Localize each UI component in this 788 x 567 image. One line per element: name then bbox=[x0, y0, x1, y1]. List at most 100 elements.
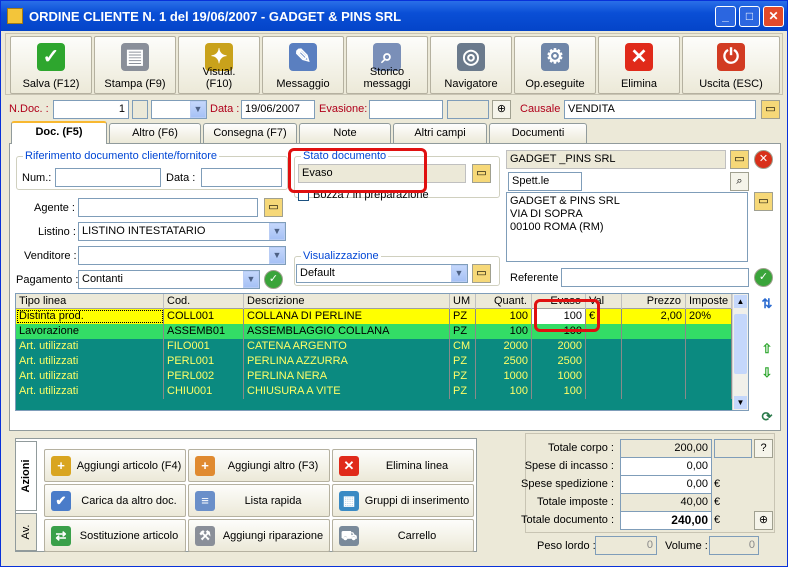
grid-cell-tipo[interactable]: Distinta prod. bbox=[16, 309, 164, 324]
grid-header-cell[interactable]: Descrizione bbox=[244, 294, 450, 309]
table-row[interactable]: Art. utilizzati FILO001 CATENA ARGENTO CM 20… bbox=[16, 339, 732, 354]
grid-cell-imposte[interactable] bbox=[686, 354, 732, 369]
grid-cell-cod[interactable]: ASSEMB01 bbox=[164, 324, 244, 339]
num-field[interactable] bbox=[55, 168, 161, 187]
grid-cell-evaso[interactable]: 2500 bbox=[532, 354, 586, 369]
action-button-3[interactable]: ✕ Elimina linea bbox=[332, 449, 474, 482]
toolbar-button-8[interactable]: ✕ Elimina bbox=[598, 36, 680, 94]
grid-cell-imposte[interactable] bbox=[686, 339, 732, 354]
grid-cell-val[interactable] bbox=[586, 354, 622, 369]
table-row[interactable]: Distinta prod. COLL001 COLLANA DI PERLINE P… bbox=[16, 309, 732, 324]
grid-cell-um[interactable]: PZ bbox=[450, 354, 476, 369]
grid-header-cell[interactable]: Prezzo bbox=[622, 294, 686, 309]
toolbar-button-4[interactable]: ✎ Messaggio bbox=[262, 36, 344, 94]
causale-field[interactable]: VENDITA bbox=[564, 100, 756, 119]
grid-cell-imposte[interactable] bbox=[686, 384, 732, 399]
spett-field[interactable]: Spett.le bbox=[508, 172, 582, 191]
grid-header-cell[interactable]: Imposte bbox=[686, 294, 732, 309]
grid-cell-cod[interactable]: PERL001 bbox=[164, 354, 244, 369]
grid-cell-cod[interactable]: PERL002 bbox=[164, 369, 244, 384]
grid-cell-desc[interactable]: PERLINA NERA bbox=[244, 369, 450, 384]
search-doc-icon[interactable]: ⌕ bbox=[730, 172, 749, 191]
address-box[interactable]: GADGET & PINS SRL VIA DI SOPRA 00100 ROMA … bbox=[506, 192, 748, 262]
grid-cell-um[interactable]: PZ bbox=[450, 309, 476, 324]
lines-grid[interactable]: Tipo linea Cod. Descrizione UM Quant. Evaso Va… bbox=[15, 293, 749, 411]
folder-icon[interactable]: ▭ bbox=[761, 100, 780, 119]
table-row[interactable]: Art. utilizzati PERL001 PERLINA AZZURRA PZ 2… bbox=[16, 354, 732, 369]
grid-cell-tipo[interactable]: Art. utilizzati bbox=[16, 339, 164, 354]
evasione-field[interactable] bbox=[369, 100, 443, 119]
rif-date-field[interactable] bbox=[201, 168, 282, 187]
close-button[interactable]: ✕ bbox=[763, 6, 784, 27]
pagamento-select[interactable]: Contanti ▼ bbox=[78, 270, 260, 289]
tab-3[interactable]: Consegna (F7) bbox=[203, 123, 297, 143]
sort-updown-icon[interactable]: ⇅ bbox=[757, 294, 777, 314]
scroll-down-icon[interactable]: ▼ bbox=[734, 396, 747, 409]
ndoc-series-select[interactable]: ▼ bbox=[151, 100, 207, 119]
spese-incasso-field[interactable]: 0,00 bbox=[620, 457, 712, 476]
agente-field[interactable] bbox=[78, 198, 258, 217]
table-row[interactable]: Lavorazione ASSEMB01 ASSEMBLAGGIO COLLANA P… bbox=[16, 324, 732, 339]
grid-cell-desc[interactable]: CHIUSURA A VITE bbox=[244, 384, 450, 399]
move-up-icon[interactable]: ⇧ bbox=[757, 339, 777, 359]
referente-field[interactable] bbox=[561, 268, 749, 287]
grid-cell-val[interactable] bbox=[586, 369, 622, 384]
grid-cell-imposte[interactable] bbox=[686, 324, 732, 339]
grid-cell-um[interactable]: PZ bbox=[450, 369, 476, 384]
action-button-5[interactable]: ≡ Lista rapida bbox=[188, 484, 330, 517]
action-button-7[interactable]: ⇄ Sostituzione articolo bbox=[44, 519, 186, 552]
toolbar-button-1[interactable]: ✓ Salva (F12) bbox=[10, 36, 92, 94]
folder-icon[interactable]: ▭ bbox=[730, 150, 749, 169]
toolbar-button-9[interactable]: ⏻ Uscita (ESC) bbox=[682, 36, 780, 94]
grid-cell-tipo[interactable]: Art. utilizzati bbox=[16, 384, 164, 399]
minimize-button[interactable]: _ bbox=[715, 6, 736, 27]
grid-cell-quant[interactable]: 2500 bbox=[476, 354, 532, 369]
grid-cell-prezzo[interactable] bbox=[622, 324, 686, 339]
action-button-6[interactable]: ▦ Gruppi di inserimento bbox=[332, 484, 474, 517]
grid-cell-prezzo[interactable] bbox=[622, 339, 686, 354]
zoom-icon[interactable]: ⊕ bbox=[492, 100, 511, 119]
table-row[interactable]: Art. utilizzati PERL002 PERLINA NERA PZ 1000… bbox=[16, 369, 732, 384]
grid-cell-val[interactable] bbox=[586, 384, 622, 399]
spese-spedizione-field[interactable]: 0,00 bbox=[620, 475, 712, 494]
visualizzazione-select[interactable]: Default ▼ bbox=[296, 264, 468, 283]
folder-icon[interactable]: ▭ bbox=[264, 198, 283, 217]
action-button-2[interactable]: + Aggiungi altro (F3) bbox=[188, 449, 330, 482]
action-button-4[interactable]: ✔ Carica da altro doc. bbox=[44, 484, 186, 517]
folder-icon[interactable]: ▭ bbox=[472, 264, 491, 283]
help-button[interactable]: ? bbox=[754, 439, 773, 458]
ndoc-suffix-field[interactable] bbox=[132, 100, 148, 119]
grid-cell-cod[interactable]: FILO001 bbox=[164, 339, 244, 354]
table-row-partial[interactable] bbox=[16, 399, 732, 410]
grid-cell-prezzo[interactable] bbox=[622, 384, 686, 399]
tab-1[interactable]: Doc. (F5) bbox=[11, 121, 107, 144]
refresh-icon[interactable]: ⟳ bbox=[757, 407, 777, 427]
grid-cell-imposte[interactable] bbox=[686, 369, 732, 384]
tab-azioni[interactable]: Azioni bbox=[15, 441, 37, 511]
clear-x-icon[interactable]: ✕ bbox=[754, 150, 773, 169]
confirm-check-icon[interactable]: ✓ bbox=[264, 270, 283, 289]
grid-cell-prezzo[interactable] bbox=[622, 354, 686, 369]
confirm-check-icon[interactable]: ✓ bbox=[754, 268, 773, 287]
tab-6[interactable]: Documenti bbox=[489, 123, 587, 143]
grid-cell-tipo[interactable]: Art. utilizzati bbox=[16, 354, 164, 369]
grid-header-cell[interactable]: UM bbox=[450, 294, 476, 309]
date-field[interactable]: 19/06/2007 bbox=[241, 100, 315, 119]
grid-cell-prezzo[interactable]: 2,00 bbox=[622, 309, 686, 324]
grid-cell-evaso[interactable]: 1000 bbox=[532, 369, 586, 384]
grid-cell-tipo[interactable]: Art. utilizzati bbox=[16, 369, 164, 384]
grid-cell-desc[interactable]: ASSEMBLAGGIO COLLANA bbox=[244, 324, 450, 339]
folder-icon[interactable]: ▭ bbox=[754, 192, 773, 211]
action-button-1[interactable]: + Aggiungi articolo (F4) bbox=[44, 449, 186, 482]
grid-cell-um[interactable]: PZ bbox=[450, 324, 476, 339]
grid-cell-tipo[interactable]: Lavorazione bbox=[16, 324, 164, 339]
grid-cell-quant[interactable]: 100 bbox=[476, 309, 532, 324]
grid-cell-desc[interactable]: CATENA ARGENTO bbox=[244, 339, 450, 354]
tab-4[interactable]: Note bbox=[299, 123, 391, 143]
grid-cell-quant[interactable]: 100 bbox=[476, 384, 532, 399]
toolbar-button-5[interactable]: ⌕ Storico messaggi bbox=[346, 36, 428, 94]
grid-cell-quant[interactable]: 1000 bbox=[476, 369, 532, 384]
grid-cell-val[interactable] bbox=[586, 339, 622, 354]
tab-5[interactable]: Altri campi bbox=[393, 123, 487, 143]
toolbar-button-2[interactable]: ▤ Stampa (F9) bbox=[94, 36, 176, 94]
